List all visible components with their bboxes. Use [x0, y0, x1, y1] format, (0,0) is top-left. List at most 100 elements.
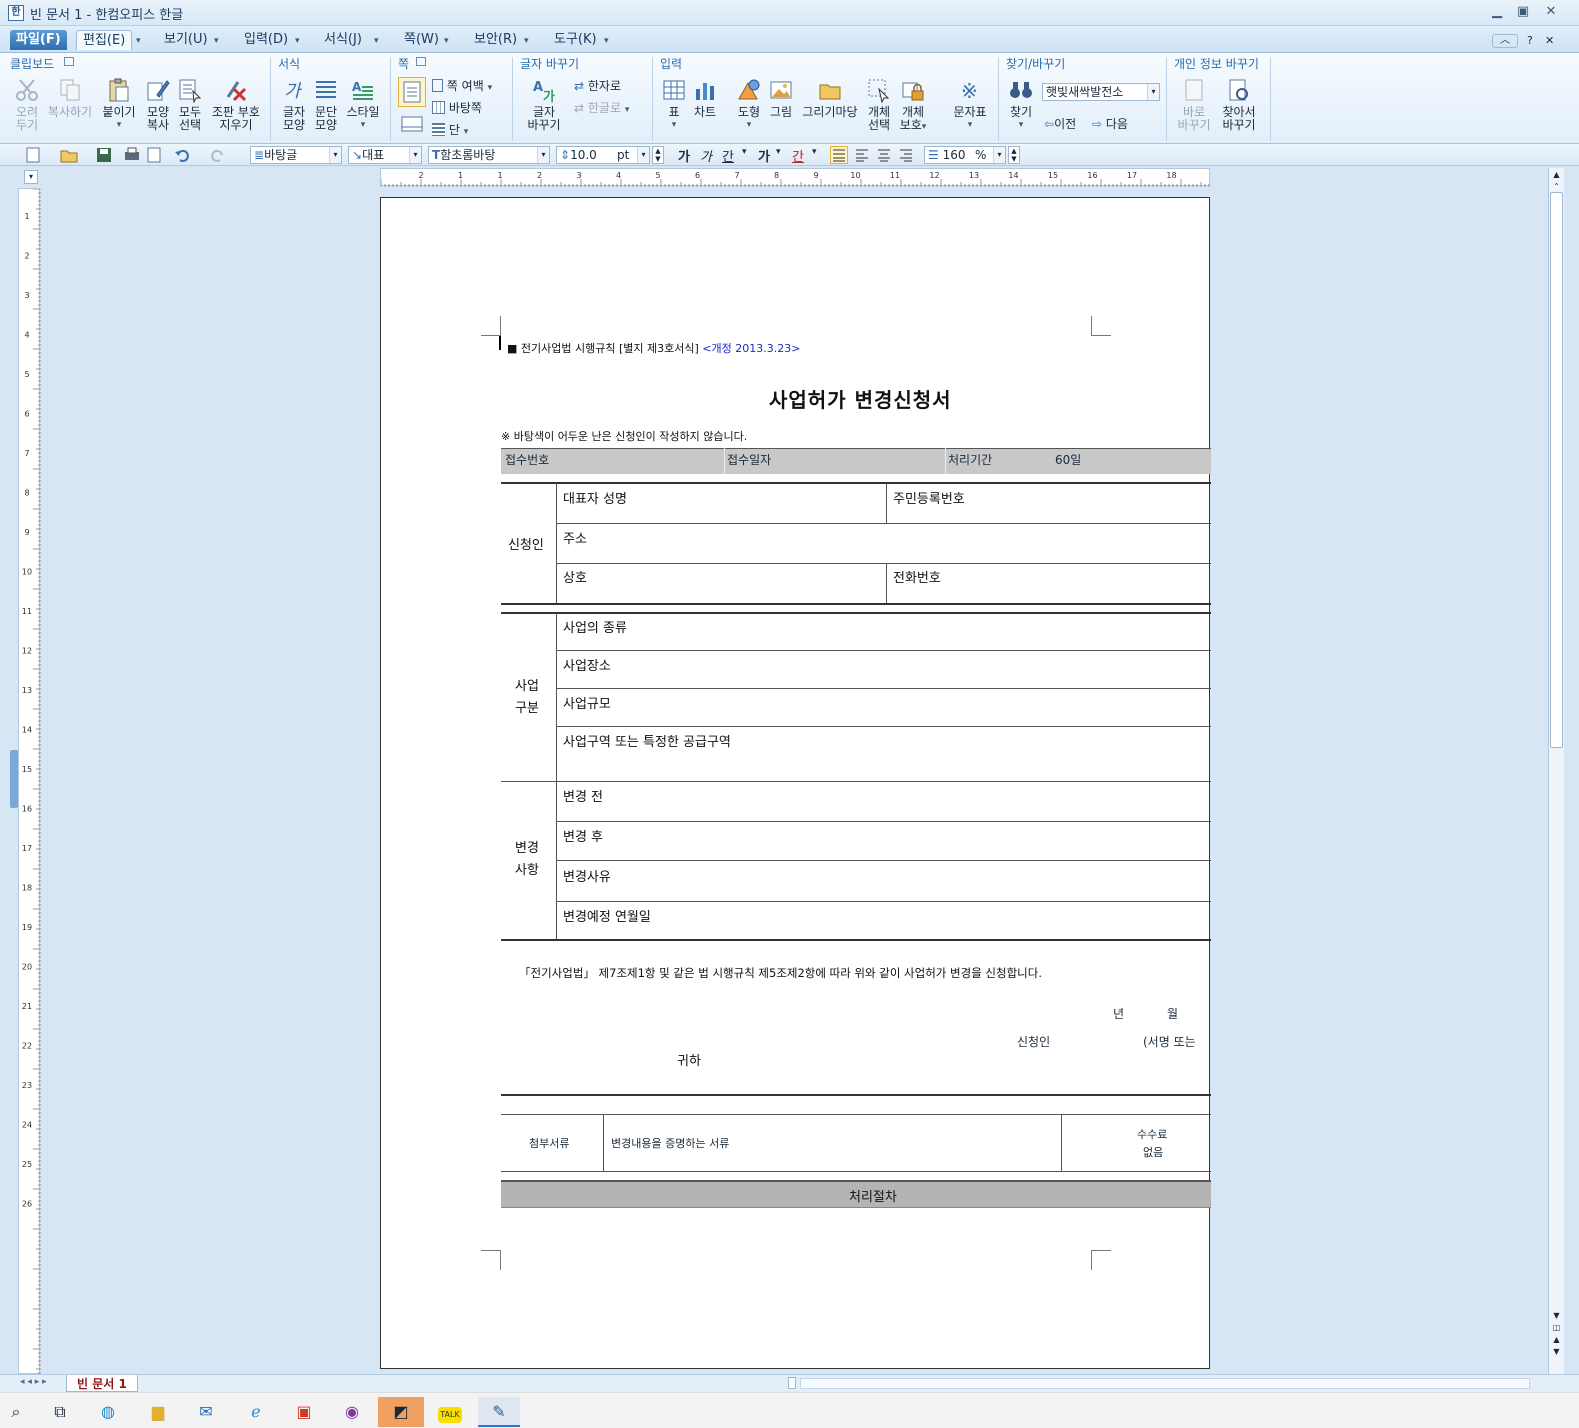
kakaotalk-icon[interactable]: TALK	[434, 1397, 466, 1427]
address-field[interactable]: 주소	[563, 528, 587, 547]
clear-codes-button[interactable]: 조판 부호 지우기	[208, 77, 264, 132]
columns-button[interactable]: 단 ▾	[432, 121, 468, 138]
chevron-down-icon[interactable]: ▾	[604, 36, 609, 46]
rep-name-field[interactable]: 대표자 성명	[563, 488, 627, 507]
change-reason-field[interactable]: 변경사유	[563, 866, 611, 885]
text-color-button[interactable]: 간	[792, 146, 804, 165]
chevron-down-icon[interactable]: ▾	[922, 122, 927, 132]
task-view-icon[interactable]: ⧉	[44, 1397, 76, 1427]
chevron-down-icon[interactable]: ▾	[625, 105, 630, 115]
chevron-down-icon[interactable]: ▾	[344, 119, 382, 132]
chevron-down-icon[interactable]: ▾	[295, 36, 300, 46]
chevron-down-icon[interactable]: ▾	[100, 119, 138, 132]
edge-icon[interactable]: ◍	[92, 1397, 124, 1427]
table-button[interactable]: 표 ▾	[660, 77, 688, 132]
font-select[interactable]: T함초롬바탕 ▾	[428, 146, 550, 164]
before-change-field[interactable]: 변경 전	[563, 786, 603, 805]
char-shape-button[interactable]: 가 글자 모양	[278, 77, 310, 132]
cut-button[interactable]: 오려 두기	[10, 77, 44, 132]
chevron-down-icon[interactable]: ▾	[812, 147, 817, 157]
office-icon[interactable]: ▣	[288, 1397, 320, 1427]
chevron-down-icon[interactable]: ▾	[136, 36, 141, 46]
style-select[interactable]: ≣바탕글 ▾	[250, 146, 342, 164]
outline-select[interactable]: ↘대표 ▾	[348, 146, 422, 164]
line-spacing-input[interactable]: ☰ 160% ▾	[924, 146, 1006, 164]
help-icon[interactable]: ?	[1527, 34, 1533, 47]
save-icon[interactable]	[96, 147, 112, 163]
document-tab[interactable]: 빈 문서 1	[66, 1375, 138, 1392]
shape-copy-button[interactable]: 모양 복사	[142, 77, 174, 132]
bold-button[interactable]: 가	[678, 146, 690, 165]
chevron-down-icon[interactable]: ▾	[444, 36, 449, 46]
vertical-ruler[interactable]: 1 2 3 4 5 6 7 8 9 10 11 12 13 14 15 16 17 18 19 20 21 22 23 24 2…	[18, 188, 41, 1374]
symbols-button[interactable]: ※ 문자표 ▾	[950, 77, 990, 132]
hscroll-splitter[interactable]	[788, 1377, 796, 1389]
chevron-down-icon[interactable]: ▾	[1006, 119, 1036, 132]
chevron-down-icon[interactable]: ▾	[742, 147, 747, 157]
page-margin-button[interactable]: 쪽 여백 ▾	[432, 77, 492, 94]
horizontal-ruler[interactable]: 2 1 1 2 3 4 5 6 7 8 9 10 11 12 13 14 15 16 17 18	[380, 168, 1210, 187]
object-protect-button[interactable]: 개체 보호▾	[896, 77, 930, 134]
chevron-down-icon[interactable]: ▾	[537, 147, 549, 163]
find-replace-button[interactable]: 찾아서 바꾸기	[1216, 77, 1262, 132]
paste-button[interactable]: 붙이기 ▾	[100, 77, 138, 132]
explorer-icon[interactable]: ▆	[142, 1397, 174, 1427]
hwp-app-icon[interactable]: ✎	[478, 1397, 520, 1427]
chevron-down-icon[interactable]: ▾	[734, 119, 764, 132]
chevron-down-icon[interactable]: ▾	[374, 36, 379, 46]
style-button[interactable]: A 스타일 ▾	[344, 77, 382, 132]
ribbon-collapse-button[interactable]: ︿	[1492, 34, 1518, 48]
menu-page[interactable]: 쪽(W)	[398, 30, 445, 50]
find-prev-button[interactable]: ⇦이전	[1044, 115, 1076, 132]
scroll-thumb[interactable]	[1550, 192, 1563, 748]
open-folder-icon[interactable]	[60, 147, 78, 163]
redo-icon[interactable]	[210, 147, 226, 163]
maximize-button[interactable]: ▣	[1512, 3, 1534, 21]
hwp-viewer-icon[interactable]: ◩	[378, 1397, 424, 1427]
spacing-spinner[interactable]: ▲ ▼	[1008, 146, 1020, 164]
chevron-down-icon[interactable]: ▾	[488, 83, 493, 93]
vertical-scrollbar[interactable]: ▲ ⌃ ▼ ◫ ▲ ▼	[1548, 168, 1564, 1374]
underline-button[interactable]: 간	[722, 146, 734, 165]
phone-field[interactable]: 전화번호	[893, 567, 941, 586]
find-text-input[interactable]: 햇빛새싹발전소 ▾	[1042, 83, 1160, 101]
document-page[interactable]: ■ 전기사업법 시행규칙 [별지 제3호서식] <개정 2013.3.23> 사…	[380, 197, 1211, 1369]
ie-icon[interactable]: ℯ	[240, 1397, 272, 1427]
menu-view[interactable]: 보기(U)	[158, 30, 214, 50]
draw-madang-button[interactable]: 그리기마당	[800, 77, 860, 119]
preview-icon[interactable]	[146, 147, 162, 163]
mail-icon[interactable]: ✉	[190, 1397, 222, 1427]
select-all-button[interactable]: 모두 선택	[174, 77, 206, 132]
page-layout-button[interactable]	[400, 113, 426, 135]
italic-button[interactable]: 가	[700, 146, 712, 165]
menu-tools[interactable]: 도구(K)	[548, 30, 603, 50]
char-change-button[interactable]: A가 글자 바꾸기	[522, 77, 566, 132]
tab-nav-controls[interactable]: ◂ ◂ ▸ ▸	[20, 1377, 47, 1387]
chevron-down-icon[interactable]: ▾	[329, 147, 341, 163]
biz-type-field[interactable]: 사업의 종류	[563, 617, 627, 636]
align-justify-button[interactable]	[830, 146, 848, 164]
scroll-top-icon[interactable]: ⌃	[1550, 182, 1563, 191]
chevron-down-icon[interactable]: ▾	[637, 147, 649, 163]
chart-button[interactable]: 차트	[690, 77, 720, 119]
search-icon[interactable]: ⌕	[0, 1397, 32, 1427]
scroll-page-controls[interactable]: ▼ ◫ ▲ ▼	[1550, 1310, 1563, 1370]
dialog-launcher-icon[interactable]	[64, 57, 74, 66]
menu-format[interactable]: 서식(J)	[318, 30, 368, 50]
chevron-down-icon[interactable]: ▾	[993, 147, 1005, 163]
para-shape-button[interactable]: 문단 모양	[310, 77, 342, 132]
chevron-down-icon[interactable]: ▾	[950, 119, 990, 132]
minimize-button[interactable]: ▁	[1486, 3, 1508, 21]
background-page-button[interactable]: 바탕쪽	[432, 99, 482, 116]
copy-button[interactable]: 복사하기	[44, 77, 96, 119]
chevron-down-icon[interactable]: ▾	[660, 119, 688, 132]
new-doc-icon[interactable]	[26, 147, 42, 163]
menu-edit[interactable]: 편집(E)	[76, 30, 133, 50]
strike-button[interactable]: 가	[758, 146, 770, 165]
chevron-down-icon[interactable]: ▾	[464, 127, 469, 137]
chevron-down-icon[interactable]: ▾	[524, 36, 529, 46]
planned-date-field[interactable]: 변경예정 연월일	[563, 906, 651, 925]
close-button[interactable]: ✕	[1540, 3, 1562, 21]
trade-name-field[interactable]: 상호	[563, 567, 587, 586]
menu-security[interactable]: 보안(R)	[468, 30, 523, 50]
